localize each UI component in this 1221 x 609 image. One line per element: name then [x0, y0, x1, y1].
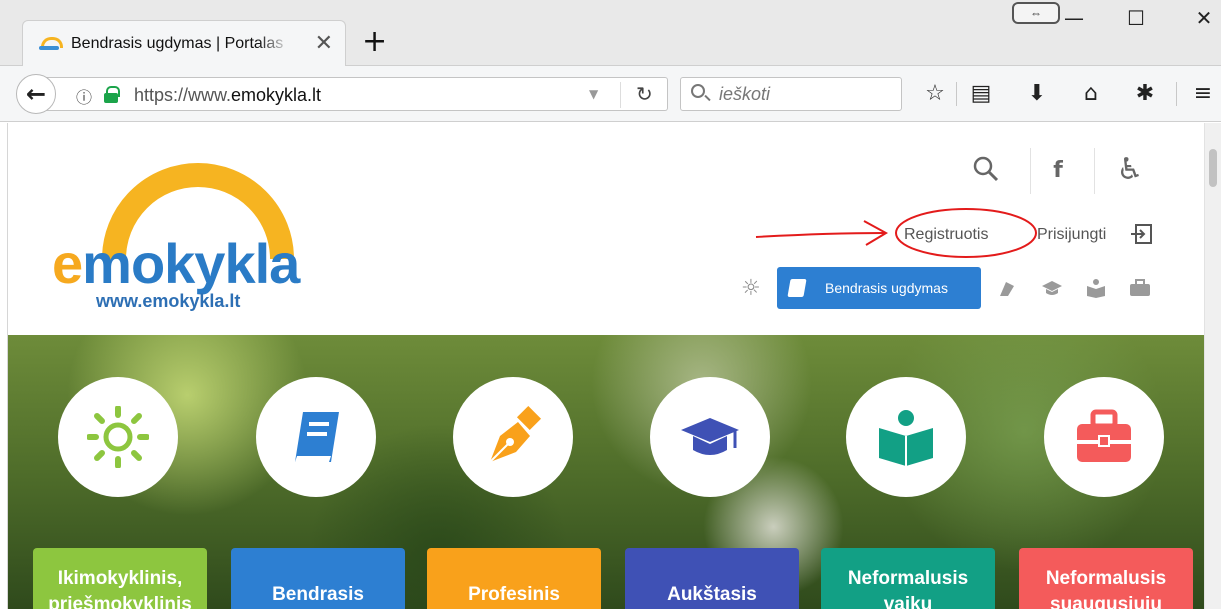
- extension-icon[interactable]: ✱: [1128, 76, 1162, 110]
- category-tile-preschool[interactable]: Ikimokyklinis, priešmokyklinis: [33, 548, 207, 609]
- bookmark-star-icon[interactable]: ☆: [918, 76, 952, 110]
- facebook-icon[interactable]: f: [1044, 153, 1072, 187]
- search-icon[interactable]: [968, 151, 1004, 187]
- reload-icon[interactable]: ↻: [636, 82, 653, 106]
- briefcase-icon[interactable]: [1128, 278, 1152, 298]
- new-tab-button[interactable]: +: [362, 24, 387, 60]
- url-dropdown-icon[interactable]: ▼: [589, 87, 598, 101]
- home-icon[interactable]: ⌂: [1074, 76, 1108, 110]
- browser-titlebar: Bendrasis ugdymas | Portalas ✕ + ⇔ — ☐ ✕: [0, 0, 1221, 66]
- briefcase-icon: [1077, 409, 1131, 462]
- category-tile-vocational[interactable]: Profesinis: [427, 548, 601, 609]
- category-circle-nonformal-children[interactable]: [846, 377, 966, 497]
- annotation-arrow-ellipse: [755, 208, 1037, 258]
- category-tile-nonformal-children[interactable]: Neformalusis vaikų: [821, 548, 995, 609]
- search-icon: [691, 84, 705, 98]
- reader-icon[interactable]: [1084, 278, 1108, 298]
- sun-icon[interactable]: ☼: [741, 276, 761, 301]
- logo-url: www.emokykla.lt: [96, 291, 241, 311]
- graduation-cap-icon[interactable]: [1040, 278, 1064, 298]
- pen-nib-icon: [489, 406, 542, 463]
- category-circle-nonformal-adults[interactable]: [1044, 377, 1164, 497]
- site-favicon-icon: [39, 36, 63, 51]
- download-icon[interactable]: ⬇: [1020, 76, 1054, 110]
- browser-window: Bendrasis ugdymas | Portalas ✕ + ⇔ — ☐ ✕…: [0, 0, 1221, 609]
- back-button[interactable]: ←: [16, 74, 56, 114]
- category-circle-vocational[interactable]: [453, 377, 573, 497]
- book-icon: [787, 279, 807, 297]
- tab-close-icon[interactable]: ✕: [315, 31, 333, 56]
- reader-icon: [879, 410, 933, 466]
- lock-icon[interactable]: [104, 86, 120, 103]
- maximize-button[interactable]: ☐: [1108, 0, 1164, 36]
- login-icon[interactable]: [1130, 222, 1154, 246]
- close-window-button[interactable]: ✕: [1176, 0, 1221, 36]
- reading-list-icon[interactable]: ▤: [964, 76, 998, 110]
- search-input[interactable]: ieškoti: [680, 77, 902, 111]
- browser-toolbar: ⓘ https://www.emokykla.lt ▼ ↻ ← ieškoti …: [0, 66, 1221, 122]
- site-logo[interactable]: emokykla: [52, 231, 300, 296]
- graduation-cap-icon: [681, 418, 739, 455]
- window-left-edge: [0, 123, 8, 609]
- search-placeholder: ieškoti: [719, 84, 771, 104]
- login-link[interactable]: Prisijungti: [1037, 226, 1106, 244]
- category-circle-higher[interactable]: [650, 377, 770, 497]
- site-info-icon[interactable]: ⓘ: [76, 84, 92, 108]
- scrollbar-thumb[interactable]: [1209, 149, 1217, 187]
- web-page: emokykla www.emokykla.lt f ♿ Registruoti…: [8, 123, 1204, 609]
- category-tile-nonformal-adults[interactable]: Neformalusis suaugusiųjų: [1019, 548, 1193, 609]
- hero-banner: Ikimokyklinis, priešmokyklinis Bendrasis…: [8, 335, 1204, 609]
- category-circle-general[interactable]: [256, 377, 376, 497]
- category-circle-preschool[interactable]: [58, 377, 178, 497]
- active-category-button[interactable]: Bendrasis ugdymas: [777, 267, 981, 309]
- category-tile-general[interactable]: Bendrasis: [231, 548, 405, 609]
- register-link[interactable]: Registruotis: [904, 226, 988, 244]
- accessibility-icon[interactable]: ♿: [1112, 149, 1148, 189]
- address-bar[interactable]: ⓘ https://www.emokykla.lt ▼ ↻: [46, 77, 668, 111]
- active-category-label: Bendrasis ugdymas: [825, 280, 948, 296]
- pen-nib-icon[interactable]: [996, 278, 1020, 298]
- browser-tab[interactable]: Bendrasis ugdymas | Portalas ✕: [22, 20, 346, 66]
- header-divider: [1030, 148, 1031, 194]
- sun-icon: [87, 406, 149, 468]
- url-text[interactable]: https://www.emokykla.lt: [134, 85, 321, 106]
- toolbar-divider: [1176, 82, 1177, 106]
- page-scrollbar[interactable]: [1204, 123, 1221, 609]
- header-divider: [1094, 148, 1095, 194]
- url-divider: [620, 82, 621, 108]
- toolbar-divider: [956, 82, 957, 106]
- tab-title: Bendrasis ugdymas | Portalas: [71, 34, 284, 52]
- book-icon: [295, 412, 339, 462]
- category-tile-higher[interactable]: Aukštasis: [625, 548, 799, 609]
- minimize-button[interactable]: —: [1046, 0, 1102, 36]
- menu-icon[interactable]: ≡: [1186, 76, 1220, 110]
